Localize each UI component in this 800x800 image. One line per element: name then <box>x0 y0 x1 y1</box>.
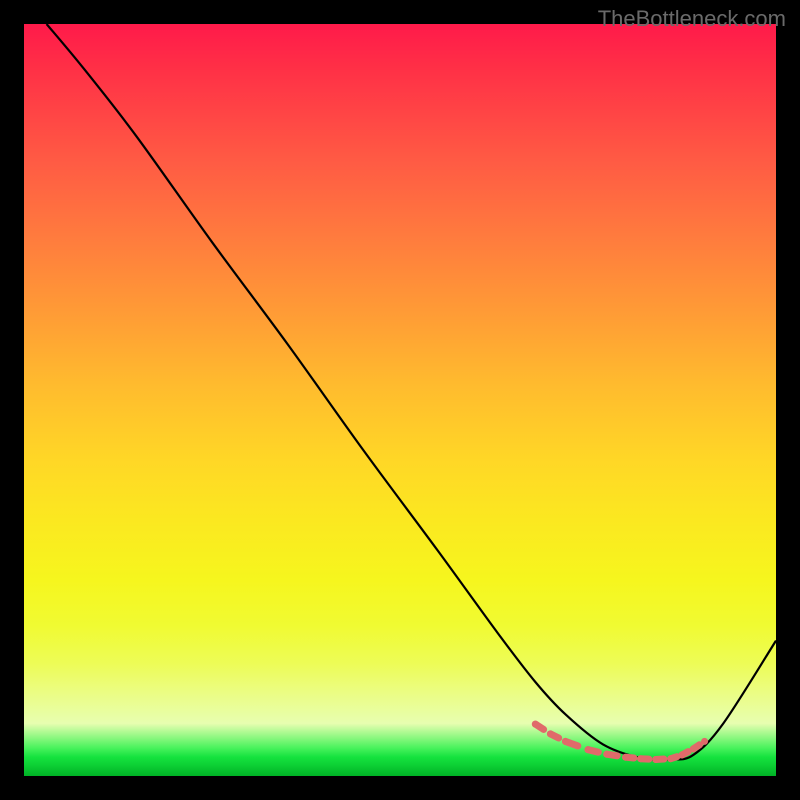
main-curve-line <box>47 24 776 760</box>
highlight-dot <box>562 738 569 745</box>
highlight-dot <box>701 738 708 745</box>
highlight-dot <box>622 754 629 761</box>
highlight-dot <box>532 721 539 728</box>
highlight-dot <box>603 751 610 758</box>
highlight-dot <box>679 751 686 758</box>
watermark-text: TheBottleneck.com <box>598 6 786 32</box>
highlight-dot <box>652 756 659 763</box>
highlight-dot-group <box>532 721 708 763</box>
chart-plot-area <box>24 24 776 776</box>
highlight-dot <box>637 755 644 762</box>
chart-svg <box>24 24 776 776</box>
highlight-dot <box>667 755 674 762</box>
highlight-dot <box>585 746 592 753</box>
highlight-dot <box>547 730 554 737</box>
highlight-dot <box>690 745 697 752</box>
